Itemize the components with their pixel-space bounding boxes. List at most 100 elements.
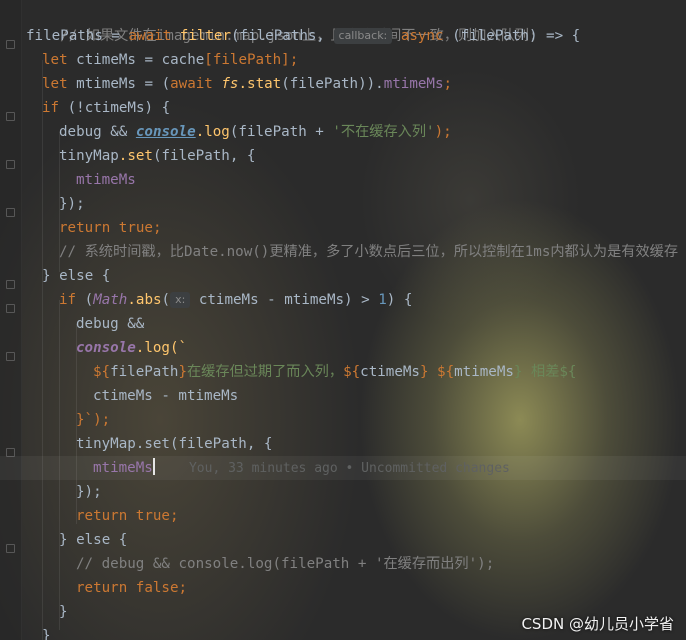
- code-line[interactable]: });: [76, 480, 102, 504]
- code-line[interactable]: ${filePath}在缓存但过期了而入列，${ctimeMs} ${mtime…: [93, 360, 576, 384]
- code-token: }`);: [76, 412, 111, 428]
- indent-guide: [42, 60, 43, 640]
- code-token: Math: [93, 292, 128, 308]
- code-token: ctimeMs - mtimeMs) >: [190, 292, 379, 308]
- code-token: ctimeMs = cache: [67, 52, 205, 68]
- code-token: tinyMap: [59, 148, 119, 164]
- code-token: (filePaths,: [231, 28, 334, 44]
- code-keyword: async: [400, 28, 444, 44]
- code-editor[interactable]: // 如果文件在imagemin.map.json上，且修改时间不一致，则加入队…: [0, 0, 686, 640]
- code-token: filePaths: [26, 28, 103, 44]
- code-line[interactable]: }: [59, 600, 68, 624]
- code-line[interactable]: return false;: [76, 576, 187, 600]
- code-token: mtimeMs: [76, 172, 136, 188]
- code-line[interactable]: } else {: [59, 528, 127, 552]
- parameter-hint: x:: [170, 292, 191, 308]
- parameter-hint: callback:: [333, 28, 393, 44]
- code-keyword: await: [128, 28, 172, 44]
- code-token: (: [161, 292, 171, 308]
- code-line[interactable]: mtimeMs: [76, 168, 136, 192]
- code-string: } 相差${: [513, 364, 577, 380]
- code-token: });: [59, 196, 85, 212]
- code-keyword: return: [59, 220, 111, 236]
- code-token: (filePath) => {: [443, 28, 581, 44]
- code-line[interactable]: });: [59, 192, 85, 216]
- code-token: mtimeMs = (: [67, 76, 171, 92]
- code-token: mtimeMs: [454, 364, 514, 380]
- editor-gutter[interactable]: [0, 0, 22, 640]
- code-keyword: if: [59, 292, 77, 308]
- fold-marker-icon[interactable]: [6, 208, 15, 217]
- code-token: ctimeMs: [360, 364, 420, 380]
- code-line[interactable]: console.log(`: [76, 336, 187, 360]
- code-function: filter: [179, 28, 232, 44]
- fold-marker-icon[interactable]: [6, 544, 15, 553]
- code-line[interactable]: filePaths = await filter(filePaths, call…: [26, 24, 580, 48]
- code-token: ;: [289, 52, 299, 68]
- code-line[interactable]: tinyMap.set(filePath, {: [59, 144, 255, 168]
- code-token: ) {: [386, 292, 413, 308]
- code-keyword: await: [170, 76, 213, 92]
- code-line[interactable]: } else {: [42, 264, 110, 288]
- code-token: =: [102, 28, 129, 44]
- code-line-current[interactable]: mtimeMs You, 33 minutes ago • Uncommitte…: [0, 456, 686, 480]
- code-token: ;: [169, 508, 179, 524]
- fold-marker-icon[interactable]: [6, 280, 15, 289]
- fold-marker-icon[interactable]: [6, 40, 15, 49]
- code-keyword: return: [76, 580, 128, 596]
- code-line[interactable]: }`);: [76, 408, 110, 432]
- code-string: '不在缓存入列': [332, 124, 435, 140]
- code-token: ${: [343, 364, 361, 380]
- code-token: ;: [152, 220, 162, 236]
- code-token: (filePath, {: [152, 148, 256, 164]
- code-function: .set: [118, 148, 153, 164]
- code-line[interactable]: if (!ctimeMs) {: [42, 96, 170, 120]
- code-token: }: [59, 604, 68, 620]
- code-line[interactable]: if (Math.abs(x: ctimeMs - mtimeMs) > 1) …: [59, 288, 412, 312]
- code-line[interactable]: return true;: [76, 504, 179, 528]
- code-token: console: [135, 124, 196, 140]
- text-caret: [152, 458, 155, 475]
- code-token: debug: [59, 124, 102, 140]
- code-number: 1: [378, 292, 387, 308]
- code-line[interactable]: ctimeMs - mtimeMs: [93, 384, 238, 408]
- fold-marker-icon[interactable]: [6, 304, 15, 313]
- code-line[interactable]: // 如果文件在imagemin.map.json上，且修改时间不一致，则加入队…: [26, 0, 537, 44]
- code-function: .abs: [127, 292, 162, 308]
- code-token: tinyMap.set(filePath, {: [76, 436, 273, 452]
- fold-marker-icon[interactable]: [6, 112, 15, 121]
- code-token: } ${: [419, 364, 455, 380]
- code-keyword: if: [42, 100, 60, 116]
- code-token: } else {: [59, 532, 128, 548]
- code-line[interactable]: return true;: [59, 216, 162, 240]
- fold-marker-icon[interactable]: [6, 160, 15, 169]
- code-token: } else {: [42, 268, 111, 284]
- code-keyword: false: [135, 580, 179, 596]
- code-token: );: [434, 124, 452, 140]
- code-function: .stat: [238, 76, 282, 92]
- code-line[interactable]: }: [42, 624, 51, 640]
- code-keyword: true: [118, 220, 153, 236]
- code-comment: // debug && console.log(filePath + '在缓存而…: [76, 556, 495, 572]
- fold-marker-icon[interactable]: [6, 352, 15, 361]
- code-token: ctimeMs - mtimeMs: [93, 388, 239, 404]
- code-line[interactable]: debug &&: [76, 312, 144, 336]
- code-token: (filePath)).: [281, 76, 384, 92]
- code-line[interactable]: let ctimeMs = cache[filePath];: [42, 48, 298, 72]
- code-token: mtimeMs: [93, 460, 153, 476]
- code-token: });: [76, 484, 102, 500]
- code-string: 在缓存但过期了而入列，: [186, 364, 344, 380]
- git-blame-annotation[interactable]: You, 33 minutes ago • Uncommitted change…: [189, 461, 510, 476]
- code-line[interactable]: debug && console.log(filePath + '不在缓存入列'…: [59, 120, 452, 144]
- code-line[interactable]: let mtimeMs = (await fs.stat(filePath)).…: [42, 72, 452, 96]
- code-token: filePath: [110, 364, 179, 380]
- code-keyword: let: [42, 52, 68, 68]
- code-token: (: [76, 292, 94, 308]
- code-line[interactable]: tinyMap.set(filePath, {: [76, 432, 272, 456]
- code-line[interactable]: // 系统时间戳，比Date.now()更精准，多了小数点后三位，所以控制在1m…: [59, 240, 678, 264]
- code-line[interactable]: // debug && console.log(filePath + '在缓存而…: [76, 552, 494, 576]
- code-token: debug &&: [76, 316, 145, 332]
- code-token: [filePath]: [204, 52, 290, 68]
- code-token: }: [42, 628, 51, 640]
- code-comment: // 系统时间戳，比Date.now()更精准，多了小数点后三位，所以控制在1m…: [59, 244, 679, 260]
